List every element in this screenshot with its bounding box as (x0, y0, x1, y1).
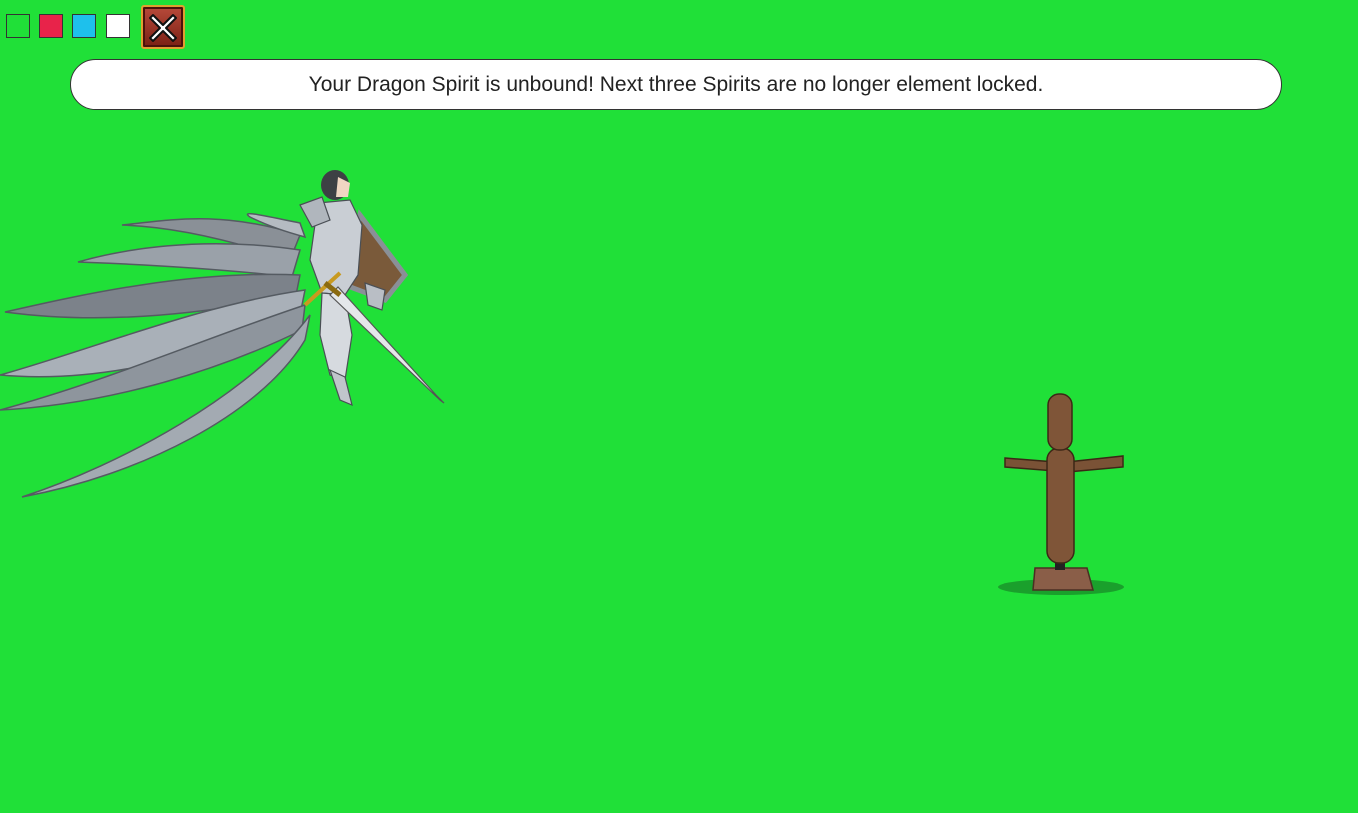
training-dummy (998, 393, 1124, 595)
hero-knight (0, 170, 445, 498)
white-swatch[interactable] (106, 14, 130, 38)
status-message-text: Your Dragon Spirit is unbound! Next thre… (308, 72, 1044, 96)
hero-head (321, 170, 350, 200)
cyan-swatch[interactable] (72, 14, 96, 38)
dummy-base (1032, 567, 1094, 591)
status-message: Your Dragon Spirit is unbound! Next thre… (70, 59, 1282, 110)
green-swatch[interactable] (6, 14, 30, 38)
close-button[interactable] (141, 5, 185, 49)
red-swatch[interactable] (39, 14, 63, 38)
close-x-icon (149, 14, 177, 42)
dummy-arm-right (1066, 455, 1124, 473)
dummy-head (1047, 393, 1073, 451)
dummy-body (1046, 447, 1075, 564)
hero-wings (0, 212, 311, 498)
